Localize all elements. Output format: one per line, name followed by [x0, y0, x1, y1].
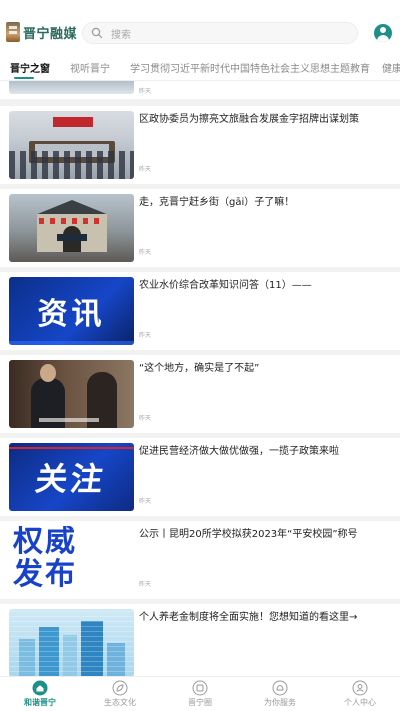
tab-audiovisual[interactable]: 视听晋宁: [70, 60, 110, 75]
user-icon: [352, 680, 368, 696]
news-time: 昨天: [139, 166, 152, 173]
news-headline: 走，克晋宁赶乡街（gāi）子了嘛！: [139, 197, 295, 208]
tab-jinning-window[interactable]: 晋宁之窗: [10, 60, 50, 75]
thumbnail-text: 资讯: [37, 297, 106, 332]
news-time: 昨天: [139, 415, 152, 422]
tab-health[interactable]: 健康: [382, 60, 400, 75]
nav-services[interactable]: 为你服务: [240, 680, 320, 711]
news-thumbnail: [9, 81, 134, 94]
news-time: 昨天: [139, 249, 152, 256]
top-header: 晋宁融媒 搜索: [0, 0, 400, 56]
circle-icon: [192, 680, 208, 696]
tab-study-theme[interactable]: 学习贯彻习近平新时代中国特色社会主义思想主题教育: [130, 60, 370, 75]
news-headline: 促进民营经济做大做优做强，一揽子政策来啦: [139, 446, 339, 457]
news-time: 昨天: [139, 332, 152, 339]
search-placeholder: 搜索: [111, 29, 131, 41]
news-headline: “这个地方，确实是了不起”: [139, 363, 260, 374]
leaf-icon: [112, 680, 128, 696]
news-thumbnail: [9, 360, 134, 428]
nav-harmony-jinning[interactable]: 和谐晋宁: [0, 680, 80, 711]
list-item-partial[interactable]: 昨天: [0, 81, 400, 99]
nav-personal-center[interactable]: 个人中心: [320, 680, 400, 711]
news-time: 昨天: [139, 498, 152, 505]
active-tab-indicator: [14, 77, 34, 79]
search-icon: [91, 27, 103, 39]
news-thumbnail: [9, 194, 134, 262]
app-logo[interactable]: 晋宁融媒: [6, 22, 77, 42]
list-item[interactable]: 资讯 农业水价综合改革知识问答（11）—— 昨天: [0, 272, 400, 350]
list-item[interactable]: “这个地方，确实是了不起” 昨天: [0, 355, 400, 433]
list-item[interactable]: 权威 发布 公示丨昆明20所学校拟获2023年“平安校园”称号 昨天: [0, 521, 400, 599]
news-thumbnail: 关注: [9, 443, 134, 511]
nav-jinning-circle[interactable]: 晋宁圈: [160, 680, 240, 711]
channel-tabs: 晋宁之窗 视听晋宁 学习贯彻习近平新时代中国特色社会主义思想主题教育 健康: [0, 56, 400, 80]
thumbnail-text: 关注: [33, 460, 109, 498]
news-headline: 农业水价综合改革知识问答（11）——: [139, 280, 312, 291]
thumbnail-text: 权威: [13, 526, 77, 559]
news-thumbnail: [9, 111, 134, 179]
news-thumbnail: [9, 609, 134, 676]
list-item[interactable]: 个人养老金制度将全面实施！您想知道的看这里→: [0, 604, 400, 676]
list-item[interactable]: 关注 促进民营经济做大做优做强，一揽子政策来啦 昨天: [0, 438, 400, 516]
list-item[interactable]: 走，克晋宁赶乡街（gāi）子了嘛！ 昨天: [0, 189, 400, 267]
news-time: 昨天: [139, 88, 152, 95]
news-feed[interactable]: 昨天 区政协委员为擦亮文旅融合发展金字招牌出谋划策 昨天 走，克晋宁赶乡街（gā…: [0, 81, 400, 676]
news-thumbnail: 资讯: [9, 277, 134, 345]
nav-label: 生态文化: [104, 698, 136, 707]
user-avatar-icon[interactable]: [374, 24, 392, 42]
home-icon: [32, 680, 48, 696]
news-time: 昨天: [139, 581, 152, 588]
nav-label: 为你服务: [264, 698, 296, 707]
service-icon: [272, 680, 288, 696]
news-headline: 个人养老金制度将全面实施！您想知道的看这里→: [139, 612, 358, 623]
bottom-navigation: 和谐晋宁 生态文化 晋宁圈 为你服务 个人中心: [0, 676, 400, 711]
news-thumbnail: 权威 发布: [9, 526, 134, 594]
list-item[interactable]: 区政协委员为擦亮文旅融合发展金字招牌出谋划策 昨天: [0, 106, 400, 184]
news-headline: 公示丨昆明20所学校拟获2023年“平安校园”称号: [139, 529, 358, 540]
nav-label: 个人中心: [344, 698, 376, 707]
thumbnail-text: 发布: [13, 557, 77, 592]
nav-label: 晋宁圈: [188, 698, 212, 707]
news-headline: 区政协委员为擦亮文旅融合发展金字招牌出谋划策: [139, 114, 359, 125]
app-name: 晋宁融媒: [23, 26, 78, 42]
search-input[interactable]: 搜索: [82, 22, 358, 44]
logo-mark-icon: [6, 22, 20, 42]
nav-label: 和谐晋宁: [24, 698, 56, 707]
nav-eco-culture[interactable]: 生态文化: [80, 680, 160, 711]
